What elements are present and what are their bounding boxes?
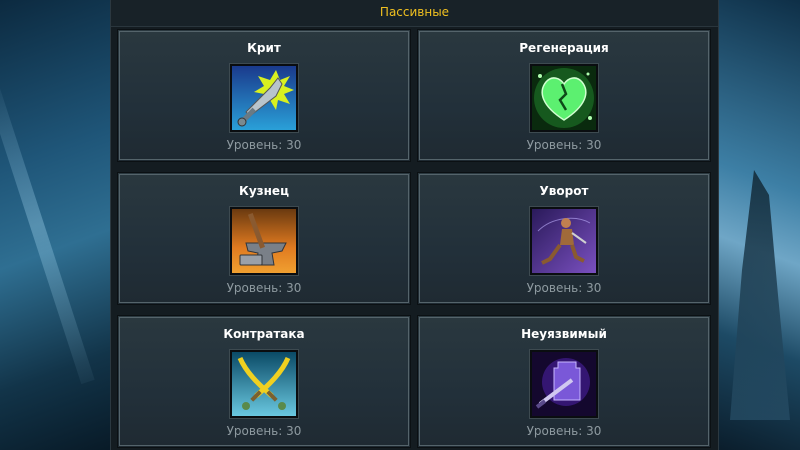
skill-level: Уровень: 30 bbox=[118, 424, 410, 438]
skill-name: Уворот bbox=[539, 184, 589, 198]
skill-level: Уровень: 30 bbox=[418, 138, 710, 152]
skill-card-counterattack[interactable]: Контратака Уровень: 30 bbox=[117, 315, 411, 448]
level-value: 30 bbox=[586, 281, 602, 295]
skill-card-regeneration[interactable]: Регенерация Уровень: 30 bbox=[417, 29, 711, 162]
background-left bbox=[0, 0, 112, 450]
shielded-sword-icon bbox=[530, 350, 598, 418]
level-value: 30 bbox=[586, 138, 602, 152]
crossed-swords-icon bbox=[230, 350, 298, 418]
skill-level: Уровень: 30 bbox=[118, 138, 410, 152]
anvil-hammer-icon bbox=[230, 207, 298, 275]
level-label: Уровень: bbox=[226, 138, 287, 152]
green-heart-icon bbox=[530, 64, 598, 132]
sword-burst-icon bbox=[230, 64, 298, 132]
skill-level: Уровень: 30 bbox=[418, 424, 710, 438]
panel-title: Пассивные bbox=[111, 0, 718, 27]
level-label: Уровень: bbox=[226, 424, 287, 438]
skill-card-invulnerable[interactable]: Неуязвимый Уровень: 30 bbox=[417, 315, 711, 448]
level-value: 30 bbox=[286, 138, 302, 152]
skill-card-dodge[interactable]: Уворот Уровень: 30 bbox=[417, 172, 711, 305]
level-label: Уровень: bbox=[526, 424, 587, 438]
skill-level: Уровень: 30 bbox=[118, 281, 410, 295]
dodging-warrior-icon bbox=[530, 207, 598, 275]
skill-name: Неуязвимый bbox=[521, 327, 607, 341]
passive-skills-panel: Пассивные Крит Уровень: 30 Регенерация У… bbox=[110, 0, 719, 450]
level-label: Уровень: bbox=[526, 281, 587, 295]
level-value: 30 bbox=[586, 424, 602, 438]
skill-name: Кузнец bbox=[239, 184, 289, 198]
skill-name: Регенерация bbox=[519, 41, 609, 55]
level-value: 30 bbox=[286, 424, 302, 438]
skill-card-crit[interactable]: Крит Уровень: 30 bbox=[117, 29, 411, 162]
level-label: Уровень: bbox=[226, 281, 287, 295]
skill-name: Крит bbox=[247, 41, 281, 55]
level-label: Уровень: bbox=[526, 138, 587, 152]
skill-card-blacksmith[interactable]: Кузнец Уровень: 30 bbox=[117, 172, 411, 305]
background-right bbox=[710, 0, 800, 450]
skill-level: Уровень: 30 bbox=[418, 281, 710, 295]
skill-name: Контратака bbox=[223, 327, 305, 341]
level-value: 30 bbox=[286, 281, 302, 295]
